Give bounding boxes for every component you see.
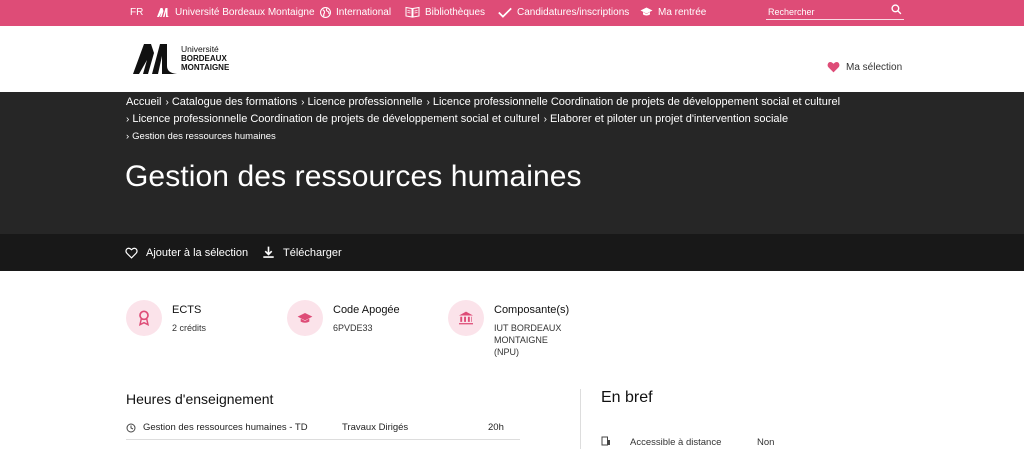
component-value-line: MONTAIGNE: [494, 335, 548, 345]
distance-label: Accessible à distance: [630, 437, 722, 448]
search-input[interactable]: [766, 4, 881, 19]
university-link[interactable]: Université Bordeaux Montaigne: [157, 0, 315, 24]
logo-line-1: Université: [181, 43, 219, 54]
course-type: Travaux Dirigés: [342, 422, 409, 433]
component-value: IUT BORDEAUX MONTAIGNE (NPU): [494, 322, 569, 358]
back-to-school-link-label: Ma rentrée: [658, 6, 707, 18]
course-hours: 20h: [488, 422, 504, 433]
distance-value: Non: [757, 437, 775, 448]
code-icon-circle: [287, 300, 323, 336]
summary-heading: En bref: [601, 389, 653, 406]
my-selection-link[interactable]: Ma sélection: [827, 61, 902, 73]
breadcrumb-item[interactable]: Licence professionnelle: [308, 96, 423, 108]
breadcrumb-item[interactable]: Licence professionnelle Coordination de …: [132, 113, 539, 125]
logo-line-2: BORDEAUX: [181, 53, 227, 63]
institution-icon: [459, 311, 473, 325]
distance-icon: [601, 436, 610, 446]
component-value-line: (NPU): [494, 347, 519, 357]
code-value: 6PVDE33: [333, 323, 373, 333]
my-selection-label: Ma sélection: [846, 61, 903, 73]
search-icon[interactable]: [891, 4, 902, 15]
breadcrumb-item[interactable]: Elaborer et piloter un projet d'interven…: [550, 113, 788, 125]
heart-icon: [827, 62, 840, 73]
breadcrumb-item[interactable]: Accueil: [126, 96, 161, 108]
book-icon: [405, 6, 420, 18]
page-title: Gestion des ressources humaines: [125, 160, 582, 193]
university-logo-icon: [157, 8, 170, 17]
download-label: Télécharger: [283, 246, 342, 259]
international-link[interactable]: International: [320, 0, 391, 24]
search-box: [766, 4, 904, 20]
language-switch[interactable]: FR: [130, 0, 143, 24]
breadcrumb: Accueil › Catalogue des formations › Licence…: [126, 96, 841, 142]
teaching-hours-heading: Heures d'enseignement: [126, 391, 274, 407]
site-header: Université BORDEAUX MONTAIGNE Ma sélecti…: [0, 26, 1024, 92]
column-divider: [580, 389, 581, 449]
ects-title: ECTS: [172, 304, 202, 316]
language-label: FR: [130, 6, 144, 18]
breadcrumb-current: Gestion des ressources humaines: [132, 131, 276, 142]
download-button[interactable]: Télécharger: [262, 234, 342, 271]
action-bar: Ajouter à la sélection Télécharger: [0, 234, 1024, 271]
component-title: Composante(s): [494, 304, 570, 316]
libraries-link-label: Bibliothèques: [425, 6, 486, 18]
component-info: Composante(s) IUT BORDEAUX MONTAIGNE (NP…: [448, 300, 569, 358]
site-logo[interactable]: Université BORDEAUX MONTAIGNE: [133, 42, 229, 74]
graduation-cap-icon: [297, 312, 313, 323]
code-title: Code Apogée: [333, 304, 400, 316]
top-bar: FR Université Bordeaux Montaigne Interna…: [0, 0, 1024, 26]
course-name: Gestion des ressources humaines - TD: [143, 422, 308, 433]
globe-icon: [320, 6, 331, 18]
award-icon: [138, 310, 150, 326]
heart-outline-icon: [125, 247, 138, 259]
international-link-label: International: [336, 6, 392, 18]
applications-link-label: Candidatures/inscriptions: [517, 6, 630, 18]
add-to-selection-label: Ajouter à la sélection: [146, 246, 249, 259]
component-icon-circle: [448, 300, 484, 336]
university-link-label: Université Bordeaux Montaigne: [175, 6, 315, 18]
checkmark-icon: [498, 7, 512, 18]
libraries-link[interactable]: Bibliothèques: [405, 0, 485, 24]
download-icon: [263, 246, 274, 258]
breadcrumb-item[interactable]: Licence professionnelle Coordination de …: [433, 96, 840, 108]
graduation-cap-icon: [640, 7, 653, 16]
clock-icon: [126, 423, 136, 433]
code-info: Code Apogée 6PVDE33: [287, 300, 400, 336]
breadcrumb-item[interactable]: Catalogue des formations: [172, 96, 297, 108]
applications-link[interactable]: Candidatures/inscriptions: [498, 0, 629, 24]
component-value-line: IUT BORDEAUX: [494, 323, 562, 333]
ects-info: ECTS 2 crédits: [126, 300, 206, 336]
add-to-selection-button[interactable]: Ajouter à la sélection: [125, 234, 248, 271]
page-banner: Accueil › Catalogue des formations › Licence…: [0, 92, 1024, 234]
back-to-school-link[interactable]: Ma rentrée: [640, 0, 706, 24]
ects-value: 2 crédits: [172, 323, 207, 333]
logo-line-3: MONTAIGNE: [181, 62, 230, 72]
ects-icon-circle: [126, 300, 162, 336]
university-logo-icon: [133, 44, 177, 74]
table-row: Gestion des ressources humaines - TD Tra…: [126, 420, 520, 440]
